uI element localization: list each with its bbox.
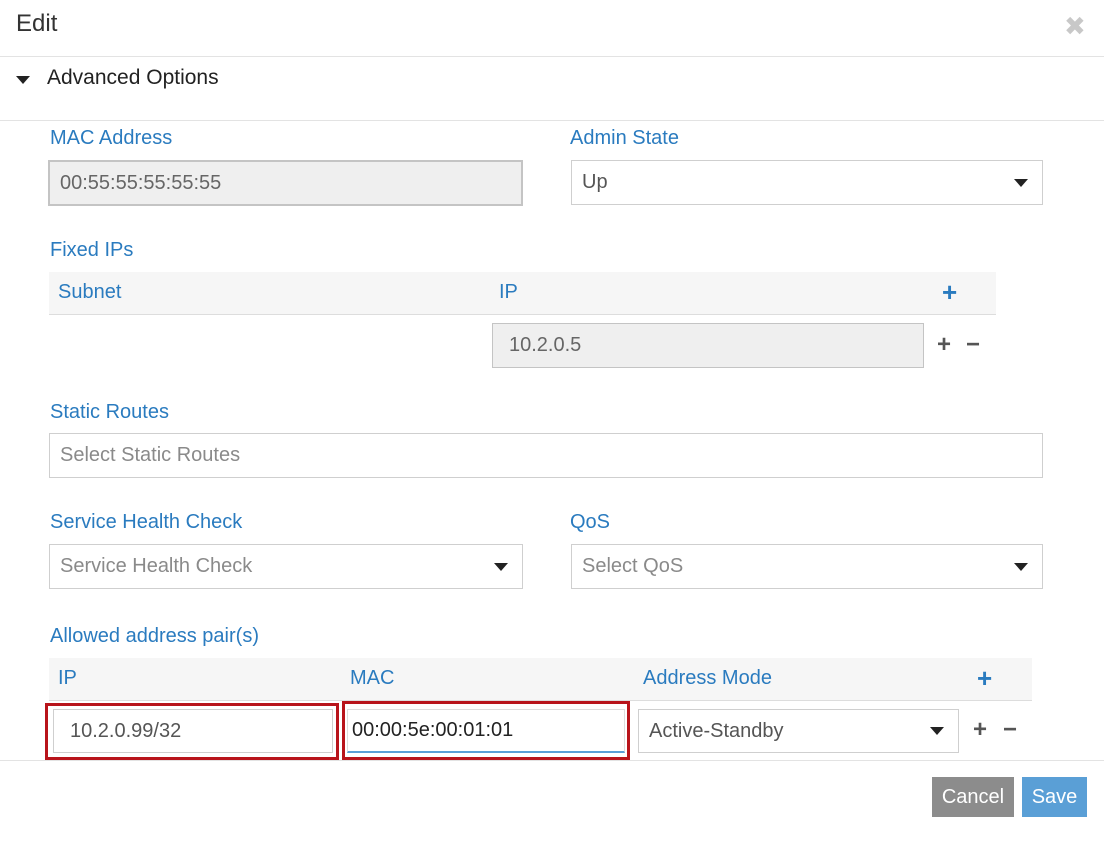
- admin-state-value: Up: [582, 171, 608, 193]
- fixed-ip-row-add-icon[interactable]: +: [937, 333, 951, 357]
- close-icon[interactable]: ✖: [1064, 11, 1086, 41]
- chevron-down-icon: [1014, 562, 1028, 571]
- qos-placeholder: Select QoS: [582, 555, 684, 577]
- allowed-address-pairs-label: Allowed address pair(s): [50, 625, 259, 647]
- address-pairs-add-icon[interactable]: +: [977, 665, 992, 691]
- advanced-options-toggle[interactable]: [16, 76, 30, 84]
- address-pairs-column-mac: MAC: [350, 667, 395, 689]
- fixed-ips-table-header: [49, 272, 996, 315]
- service-health-check-placeholder: Service Health Check: [60, 555, 253, 577]
- save-button[interactable]: Save: [1022, 777, 1087, 817]
- address-mode-select[interactable]: Active-Standby: [638, 709, 959, 753]
- cancel-button[interactable]: Cancel: [932, 777, 1014, 817]
- address-pair-ip-input[interactable]: 10.2.0.99/32: [53, 709, 333, 753]
- service-health-check-label: Service Health Check: [50, 511, 243, 533]
- admin-state-label: Admin State: [570, 127, 679, 149]
- static-routes-input[interactable]: Select Static Routes: [49, 433, 1043, 478]
- address-pair-row-remove-icon[interactable]: −: [1003, 718, 1017, 742]
- chevron-down-icon: [930, 727, 944, 735]
- address-pair-row-add-icon[interactable]: +: [973, 718, 987, 742]
- address-pairs-column-address-mode: Address Mode: [643, 667, 772, 689]
- fixed-ips-column-ip: IP: [499, 281, 518, 303]
- admin-state-select[interactable]: Up: [571, 160, 1043, 205]
- fixed-ips-column-subnet: Subnet: [58, 281, 122, 303]
- fixed-ips-label: Fixed IPs: [50, 239, 134, 261]
- chevron-down-icon: [1014, 178, 1028, 187]
- fixed-ips-add-icon[interactable]: +: [942, 279, 957, 305]
- fixed-ip-field[interactable]: 10.2.0.5: [492, 323, 924, 368]
- header-divider: [0, 56, 1104, 57]
- service-health-check-select[interactable]: Service Health Check: [49, 544, 523, 589]
- address-pairs-column-ip: IP: [58, 667, 77, 689]
- static-routes-label: Static Routes: [50, 401, 169, 423]
- footer-divider: [0, 760, 1104, 761]
- advanced-options-label[interactable]: Advanced Options: [47, 66, 219, 90]
- advanced-divider: [0, 120, 1104, 121]
- address-pair-mac-input[interactable]: 00:00:5e:00:01:01: [347, 709, 625, 753]
- qos-select[interactable]: Select QoS: [571, 544, 1043, 589]
- qos-label: QoS: [570, 511, 611, 533]
- mac-address-label: MAC Address: [50, 127, 173, 149]
- fixed-ip-row-remove-icon[interactable]: −: [966, 333, 980, 357]
- mac-address-field[interactable]: 00:55:55:55:55:55: [48, 160, 523, 206]
- chevron-down-icon: [494, 562, 508, 571]
- address-mode-value: Active-Standby: [649, 719, 784, 742]
- address-pairs-table-header: [49, 658, 1032, 701]
- caret-down-icon: [16, 76, 30, 84]
- dialog-title: Edit: [16, 10, 58, 37]
